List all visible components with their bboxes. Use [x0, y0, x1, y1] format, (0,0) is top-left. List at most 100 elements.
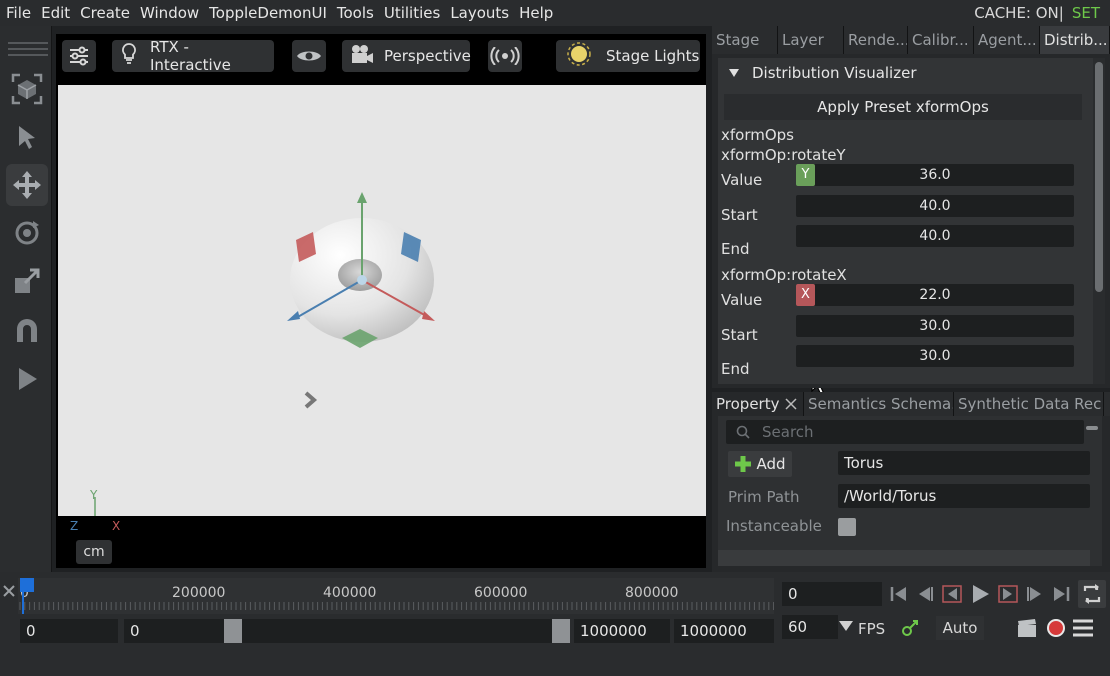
lightbulb-icon — [122, 43, 136, 69]
menu-utilities[interactable]: Utilities — [378, 0, 444, 26]
apply-preset-button[interactable]: Apply Preset xformOps — [724, 94, 1082, 120]
prim-name-field[interactable]: Torus — [838, 451, 1090, 475]
menu-window[interactable]: Window — [134, 0, 203, 26]
menu-edit[interactable]: Edit — [35, 0, 74, 26]
cache-status[interactable]: CACHE: ON| — [974, 4, 1064, 22]
range-end-handle[interactable] — [552, 619, 570, 643]
viewport[interactable]: RTX - Interactive Perspective Stage Ligh… — [56, 34, 706, 568]
select-all-tool-icon[interactable] — [6, 68, 48, 110]
tab-distribution[interactable]: Distrib... — [1040, 26, 1110, 54]
play-reverse-icon[interactable] — [940, 582, 964, 606]
tab-property-label: Property — [716, 395, 780, 413]
op-name-rotatey: xformOp:rotateY — [721, 146, 846, 164]
left-toolbar — [0, 26, 52, 572]
instanceable-checkbox[interactable] — [838, 518, 856, 536]
toolbar-grip[interactable] — [8, 48, 48, 50]
current-frame-field[interactable]: 0 — [782, 582, 882, 606]
prim-path-label: Prim Path — [728, 488, 800, 506]
menubar: File Edit Create Window ToppleDemonUI To… — [0, 0, 1110, 26]
end-time-field[interactable]: 1000000 — [674, 619, 774, 643]
sun-icon — [566, 41, 592, 71]
prim-path-field[interactable]: /World/Torus — [838, 484, 1090, 508]
skip-to-end-icon[interactable] — [1050, 582, 1072, 606]
menu-help[interactable]: Help — [513, 0, 557, 26]
range-end-field[interactable]: 1000000 — [574, 619, 670, 643]
xformops-section-label: xformOps — [721, 126, 794, 144]
play-forward-icon[interactable] — [996, 582, 1020, 606]
clapperboard-icon[interactable] — [1014, 616, 1040, 640]
rotatex-start-field[interactable]: 30.0 — [796, 315, 1074, 337]
hamburger-menu-icon[interactable] — [1070, 616, 1096, 640]
instanceable-label: Instanceable — [726, 517, 822, 535]
rotatex-value-field[interactable]: X 22.0 — [796, 284, 1074, 306]
start-label: Start — [721, 206, 758, 224]
toolbar-grip[interactable] — [8, 42, 48, 44]
start-time-field[interactable]: 0 — [20, 619, 118, 643]
step-forward-icon[interactable] — [1024, 582, 1046, 606]
toolbar-grip[interactable] — [8, 54, 48, 56]
viewport-canvas[interactable]: Y X Z — [58, 85, 706, 533]
playhead-line — [22, 588, 24, 614]
scale-tool-icon[interactable] — [6, 260, 48, 302]
collapse-triangle-icon[interactable] — [728, 68, 740, 78]
settings-sliders-icon[interactable] — [62, 40, 96, 72]
fps-dropdown-icon[interactable] — [838, 620, 854, 632]
move-tool-icon[interactable] — [6, 164, 48, 206]
rotatex-end-field[interactable]: 30.0 — [796, 345, 1074, 367]
add-button[interactable]: Add — [728, 451, 792, 477]
tab-stage[interactable]: Stage — [712, 26, 778, 54]
record-icon[interactable] — [1044, 616, 1068, 640]
select-cursor-icon[interactable] — [6, 116, 48, 158]
rotate-tool-icon[interactable] — [6, 212, 48, 254]
menu-tools[interactable]: Tools — [331, 0, 378, 26]
tab-render[interactable]: Rende... — [844, 26, 908, 54]
play-icon[interactable] — [6, 358, 48, 400]
tab-calibration[interactable]: Calibr... — [908, 26, 974, 54]
keyframe-tool-icon[interactable] — [898, 616, 922, 640]
menu-toppledemonui[interactable]: ToppleDemonUI — [203, 0, 331, 26]
render-mode-label: RTX - Interactive — [150, 38, 231, 74]
search-field[interactable]: Search — [726, 420, 1084, 444]
rotatex-value: 22.0 — [919, 287, 951, 303]
menu-create[interactable]: Create — [74, 0, 134, 26]
play-icon[interactable] — [968, 582, 992, 606]
camera-button[interactable]: Perspective — [342, 40, 471, 72]
tab-agent[interactable]: Agent... — [974, 26, 1040, 54]
tab-layer[interactable]: Layer — [778, 26, 844, 54]
tab-semantics-schema[interactable]: Semantics Schema... — [804, 392, 954, 416]
range-slider[interactable]: 0 — [124, 619, 570, 643]
skip-to-start-icon[interactable] — [888, 582, 910, 606]
range-start-handle[interactable] — [224, 619, 242, 643]
eye-visibility-icon[interactable] — [292, 40, 326, 72]
close-timeline-icon[interactable] — [2, 584, 16, 598]
step-back-icon[interactable] — [914, 582, 936, 606]
stage-lights-button[interactable]: Stage Lights — [556, 40, 700, 72]
plus-icon — [735, 456, 752, 472]
panel-scrollbar[interactable] — [1093, 58, 1105, 384]
render-mode-button[interactable]: RTX - Interactive — [112, 38, 274, 74]
scrollbar-thumb[interactable] — [1095, 62, 1103, 292]
close-tab-icon[interactable] — [785, 398, 798, 410]
horizontal-scrollbar[interactable] — [718, 550, 1090, 566]
panel-header[interactable]: Distribution Visualizer — [728, 64, 917, 82]
tab-property[interactable]: Property — [712, 392, 804, 416]
snap-magnet-icon[interactable] — [6, 310, 48, 352]
tab-synthetic-data-recorder[interactable]: Synthetic Data Rec... — [954, 392, 1104, 416]
menu-layouts[interactable]: Layouts — [444, 0, 513, 26]
broadcast-icon[interactable] — [488, 40, 522, 72]
auto-key-button[interactable]: Auto — [936, 616, 984, 640]
axis-x-chip: X — [796, 284, 815, 306]
loop-icon[interactable] — [1078, 580, 1106, 608]
set-indicator[interactable]: SET — [1072, 4, 1100, 22]
add-button-label: Add — [756, 455, 786, 473]
axis-z-label: Z — [70, 519, 79, 533]
rotatey-end-field[interactable]: 40.0 — [796, 225, 1074, 247]
rotatey-start-field[interactable]: 40.0 — [796, 195, 1074, 217]
panel-resize-handle[interactable] — [1086, 426, 1098, 430]
menu-file[interactable]: File — [0, 0, 35, 26]
timeline-ruler[interactable]: 0 200000 400000 600000 800000 — [18, 578, 774, 614]
fps-field[interactable]: 60 — [782, 615, 838, 639]
top-dock: Stage Layer Rende... Calibr... Agent... … — [712, 26, 1110, 388]
rotatey-value-field[interactable]: Y 36.0 — [796, 164, 1074, 186]
end-label: End — [721, 240, 750, 258]
